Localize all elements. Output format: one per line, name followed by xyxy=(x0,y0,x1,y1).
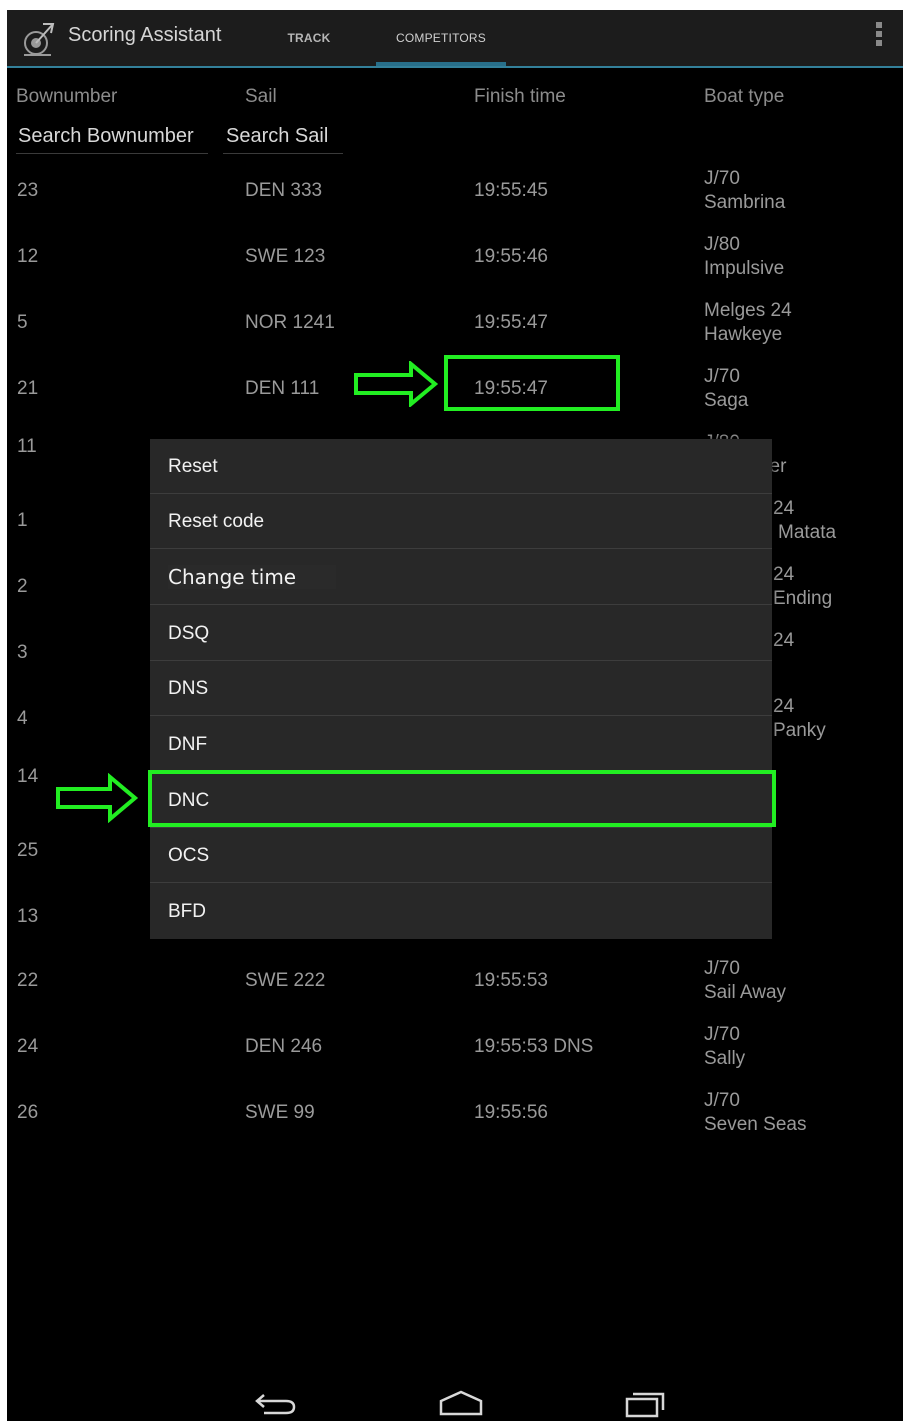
search-bownumber-input[interactable]: Search Bownumber xyxy=(16,122,208,154)
boat-name: Matata xyxy=(778,522,837,543)
boat-type-cell: J/70 Sail Away xyxy=(704,957,786,1005)
table-row[interactable]: 5 NOR 1241 19:55:47 Melges 24 Hawkeye xyxy=(7,294,903,358)
home-icon[interactable] xyxy=(439,1390,483,1416)
table-row[interactable]: 22 SWE 222 19:55:53 J/70 Sail Away xyxy=(7,952,903,1016)
boat-name: Hawkeye xyxy=(704,324,783,345)
table-row[interactable]: 12 SWE 123 19:55:46 J/80 Impulsive xyxy=(7,228,903,292)
boat-class: J/70 xyxy=(704,1024,740,1045)
boat-type-cell: 24 Ending xyxy=(773,563,832,611)
action-bar: Scoring Assistant TRACK COMPETITORS xyxy=(7,10,903,68)
bownumber-cell: 5 xyxy=(17,312,28,333)
boat-class: J/70 xyxy=(704,168,740,189)
menu-item-dsq[interactable]: DSQ xyxy=(150,606,772,661)
arrow-right-icon xyxy=(354,361,439,407)
menu-item-dns[interactable]: DNS xyxy=(150,661,772,716)
menu-item-bfd[interactable]: BFD xyxy=(150,884,772,939)
app-screen: Scoring Assistant TRACK COMPETITORS Bown… xyxy=(7,10,903,1421)
bownumber-cell: 24 xyxy=(17,1036,39,1057)
boat-name: Ending xyxy=(773,588,833,609)
boat-class: 24 xyxy=(773,630,795,651)
boat-type-cell: J/80 Impulsive xyxy=(704,233,784,281)
menu-item-change-time[interactable]: Change time xyxy=(150,550,772,605)
finish-time-cell: 19:55:45 xyxy=(474,180,548,201)
system-nav-bar xyxy=(7,1380,903,1421)
header-finish-time[interactable]: Finish time xyxy=(474,86,566,108)
context-menu: Reset Reset code Change time DSQ DNS DNF… xyxy=(150,439,772,939)
boat-class: J/70 xyxy=(704,958,740,979)
boat-type-cell: J/70 Sambrina xyxy=(704,167,785,215)
back-icon[interactable] xyxy=(254,1390,300,1416)
sail-cell: SWE 99 xyxy=(245,1102,315,1123)
highlight-dnc-box xyxy=(148,770,776,827)
boat-type-cell: J/70 Sally xyxy=(704,1023,745,1071)
bownumber-cell: 3 xyxy=(17,642,28,663)
menu-item-ocs[interactable]: OCS xyxy=(150,828,772,883)
boat-class: J/70 xyxy=(704,366,740,387)
boat-type-cell: 24 Panky xyxy=(773,695,826,743)
tab-competitors[interactable]: COMPETITORS xyxy=(376,10,506,66)
menu-item-reset-code[interactable]: Reset code xyxy=(150,494,772,549)
finish-time-cell: 19:55:53 DNS xyxy=(474,1036,594,1057)
bownumber-cell: 13 xyxy=(17,906,39,927)
boat-wheel-icon xyxy=(24,23,55,56)
boat-name: Panky xyxy=(773,720,826,741)
sail-cell: SWE 222 xyxy=(245,970,326,991)
sail-cell: NOR 1241 xyxy=(245,312,335,333)
table-row[interactable]: 26 SWE 99 19:55:56 J/70 Seven Seas xyxy=(7,1084,903,1148)
boat-class: Melges 24 xyxy=(704,300,792,321)
boat-name: Seven Seas xyxy=(704,1114,807,1135)
boat-type-cell: Melges 24 Hawkeye xyxy=(704,299,792,347)
bownumber-cell: 11 xyxy=(17,436,37,457)
bownumber-cell: 23 xyxy=(17,180,39,201)
header-bownumber[interactable]: Bownumber xyxy=(16,86,117,108)
finish-time-cell: 19:55:47 xyxy=(474,312,548,333)
bownumber-cell: 4 xyxy=(17,708,28,729)
bownumber-cell: 2 xyxy=(17,576,28,597)
boat-class: 24 xyxy=(773,696,795,717)
bownumber-cell: 1 xyxy=(17,510,28,531)
menu-item-reset[interactable]: Reset xyxy=(150,439,772,494)
boat-class: J/80 xyxy=(704,234,740,255)
recents-icon[interactable] xyxy=(625,1390,667,1418)
table-row[interactable]: 24 DEN 246 19:55:53 DNS J/70 Sally xyxy=(7,1018,903,1082)
search-sail-input[interactable]: Search Sail xyxy=(223,122,343,154)
boat-type-cell: J/70 Saga xyxy=(704,365,748,413)
bownumber-cell: 22 xyxy=(17,970,39,991)
sail-cell: SWE 123 xyxy=(245,246,326,267)
sail-cell: DEN 246 xyxy=(245,1036,323,1057)
more-vertical-icon[interactable] xyxy=(871,20,887,52)
bownumber-cell: 21 xyxy=(17,378,39,399)
boat-type-cell: 24 Matata xyxy=(773,497,836,545)
finish-time-cell: 19:55:46 xyxy=(474,246,548,267)
finish-time-cell: 19:55:56 xyxy=(474,1102,548,1123)
boat-name: Saga xyxy=(704,390,749,411)
boat-name: Sail Away xyxy=(704,982,787,1003)
finish-time-cell: 19:55:53 xyxy=(474,970,548,991)
boat-name: Impulsive xyxy=(704,258,785,279)
boat-class: J/70 xyxy=(704,1090,740,1111)
boat-class: 24 xyxy=(773,498,795,519)
bownumber-cell: 12 xyxy=(17,246,39,267)
boat-type-cell: J/70 Seven Seas xyxy=(704,1089,806,1137)
table-row[interactable]: 23 DEN 333 19:55:45 J/70 Sambrina xyxy=(7,162,903,226)
action-bar-divider xyxy=(7,66,903,68)
header-boat-type[interactable]: Boat type xyxy=(704,86,784,108)
tab-track[interactable]: TRACK xyxy=(269,10,349,66)
boat-class: 24 xyxy=(773,564,795,585)
bownumber-cell: 26 xyxy=(17,1102,39,1123)
highlight-finish-time-box xyxy=(444,355,620,411)
menu-item-dnf[interactable]: DNF xyxy=(150,717,772,772)
header-sail[interactable]: Sail xyxy=(245,86,277,108)
bownumber-cell: 25 xyxy=(17,840,39,861)
boat-name: Sambrina xyxy=(704,192,786,213)
boat-type-cell: 24 xyxy=(773,629,794,653)
bownumber-cell: 14 xyxy=(17,766,39,787)
arrow-right-icon xyxy=(56,773,139,823)
menu-item-label: Change time xyxy=(168,565,337,589)
app-title: Scoring Assistant xyxy=(68,24,222,46)
sail-cell: DEN 111 xyxy=(245,378,320,399)
boat-name: Sally xyxy=(704,1048,746,1069)
sail-cell: DEN 333 xyxy=(245,180,323,201)
